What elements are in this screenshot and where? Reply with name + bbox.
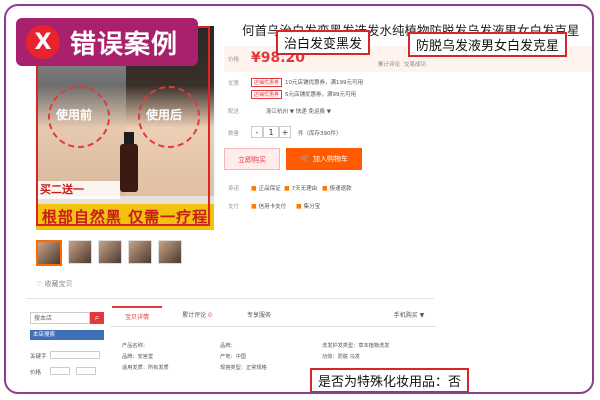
thumbnail[interactable] bbox=[36, 240, 62, 266]
credit-card-icon: ■ bbox=[251, 203, 257, 210]
add-to-cart-label: 加入购物车 bbox=[312, 155, 348, 163]
callout-hair-claim: 治白发变黑发 bbox=[276, 30, 371, 55]
spec-item: 品牌： bbox=[220, 343, 236, 349]
favorite-label: 收藏宝贝 bbox=[44, 280, 73, 288]
stock-text: 件（库存390件） bbox=[298, 131, 342, 137]
pay-label: 支付 bbox=[228, 204, 240, 210]
spec-item: 适用发质：所有发质 bbox=[122, 365, 169, 371]
qty-plus-button[interactable]: + bbox=[279, 126, 291, 138]
pay-item-text: 集分宝 bbox=[303, 204, 321, 210]
coupon-tag: 店铺优惠券 bbox=[251, 90, 283, 99]
thumbnail[interactable] bbox=[158, 240, 182, 264]
error-x-icon: X bbox=[26, 25, 60, 59]
thumbnail-strip bbox=[36, 240, 182, 266]
qty-minus-button[interactable]: - bbox=[251, 126, 263, 138]
service-item-text: 正品保证 bbox=[258, 186, 281, 192]
spec-item: 产品名称： bbox=[122, 343, 148, 349]
pay-item-text: 信用卡支付 bbox=[258, 204, 287, 210]
sidebar-price-label: 价格 bbox=[30, 370, 42, 376]
tab-bar-line bbox=[110, 326, 436, 327]
reviews-label: 交易成功 bbox=[404, 62, 427, 68]
thumbnail[interactable] bbox=[98, 240, 122, 264]
coin-icon: ■ bbox=[296, 203, 302, 210]
tab-details[interactable]: 宝贝详情 bbox=[112, 306, 162, 328]
tab-reviews-label: 累计评论 bbox=[182, 312, 207, 319]
promo-line-2-text: 5元店铺优惠券，满99元可用 bbox=[285, 92, 357, 98]
qty-label: 数量 bbox=[228, 131, 240, 137]
shop-search-input[interactable]: 搜本店 bbox=[30, 312, 90, 324]
tab-services[interactable]: 专享服务 bbox=[234, 306, 284, 326]
spec-item: 功效：防脱 乌发 bbox=[322, 354, 360, 360]
price-label: 价格 bbox=[228, 57, 240, 63]
service-label: 承诺 bbox=[228, 186, 240, 192]
pay-item: ■ 集分宝 bbox=[296, 202, 320, 210]
screenshot-frame: X 错误案例 使用前 使用后 买二送一 根部自然黑 仅需一疗程 ♡ 收藏宝贝 何… bbox=[4, 4, 594, 394]
spec-item: 产地：中国 bbox=[220, 354, 246, 360]
shield-icon: ■ bbox=[251, 185, 257, 192]
callout-hair-loss-claim: 防脱乌发液男女白发克星 bbox=[408, 32, 568, 57]
thumbnail[interactable] bbox=[68, 240, 92, 264]
callout-special-cosmetic: 是否为特殊化妆用品：否 bbox=[310, 368, 470, 392]
quantity-stepper: - 1 + bbox=[251, 126, 291, 138]
mobile-buy-dropdown[interactable]: 手机购买 ▼ bbox=[386, 306, 432, 326]
keyword-label: 关键字 bbox=[30, 354, 47, 360]
tab-reviews[interactable]: 累计评论 0 bbox=[172, 306, 222, 326]
pay-item: ■ 信用卡支付 bbox=[251, 202, 286, 210]
promo-line-2: 店铺优惠券 5元店铺优惠券，满99元可用 bbox=[251, 90, 356, 99]
add-to-cart-button[interactable]: 🛒 加入购物车 bbox=[286, 148, 362, 170]
service-item-text: 7天无理由 bbox=[291, 186, 318, 192]
ship-selector[interactable]: 浙江杭州 ▼ 快递 免运费 ▼ bbox=[266, 107, 331, 115]
search-icon[interactable]: ⌕ bbox=[90, 312, 104, 324]
star-icon: ♡ bbox=[36, 280, 45, 288]
thumbnail[interactable] bbox=[128, 240, 152, 264]
buy-now-button[interactable]: 立即购买 bbox=[224, 148, 280, 170]
spec-item: 规格类型：正常规格 bbox=[220, 365, 267, 371]
service-item: ■ 正品保证 bbox=[251, 184, 281, 192]
price-max-input[interactable] bbox=[76, 367, 96, 375]
service-item: ■ 极速退款 bbox=[322, 184, 352, 192]
sales-count-label: 累计评论 bbox=[378, 62, 401, 68]
badge-text: 错误案例 bbox=[70, 29, 179, 60]
ship-label: 配送 bbox=[228, 109, 240, 115]
section-divider bbox=[26, 298, 434, 299]
tab-reviews-count: 0 bbox=[208, 312, 212, 319]
spec-item: 洗发护发类型：草本植物洗发 bbox=[322, 343, 390, 349]
keyword-input[interactable] bbox=[50, 351, 100, 359]
promo-line-1-text: 10元店铺优惠券，满199元可用 bbox=[285, 80, 364, 86]
favorite-link[interactable]: ♡ 收藏宝贝 bbox=[36, 279, 73, 289]
promo-line-1: 店铺优惠券 10元店铺优惠券，满199元可用 bbox=[251, 78, 363, 87]
coupon-tag: 店铺优惠券 bbox=[251, 78, 283, 87]
error-example-badge: X 错误案例 bbox=[16, 18, 198, 66]
refund-icon: ■ bbox=[322, 185, 328, 192]
price-min-input[interactable] bbox=[50, 367, 70, 375]
cart-icon: 🛒 bbox=[300, 154, 310, 163]
sidebar-header: 本店搜索 bbox=[30, 330, 104, 340]
qty-input[interactable]: 1 bbox=[263, 126, 279, 138]
promo-label: 优惠 bbox=[228, 81, 240, 87]
service-item: ■ 7天无理由 bbox=[284, 184, 317, 192]
service-item-text: 极速退款 bbox=[329, 186, 352, 192]
spec-item: 品牌：安宫堂 bbox=[122, 354, 154, 360]
return-icon: ■ bbox=[284, 185, 290, 192]
